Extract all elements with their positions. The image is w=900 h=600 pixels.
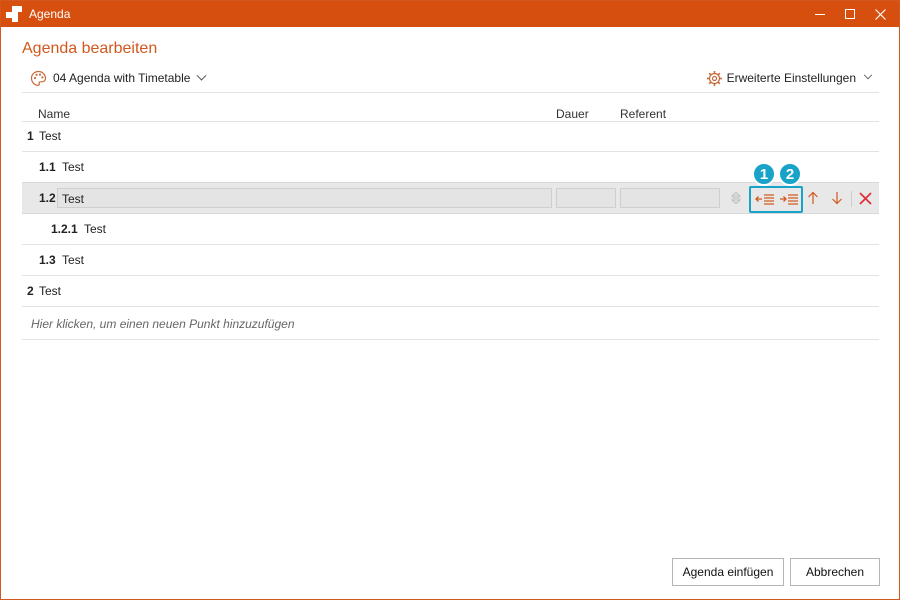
insert-agenda-button[interactable]: Agenda einfügen bbox=[672, 558, 784, 586]
maximize-button[interactable] bbox=[835, 1, 865, 27]
row-divider bbox=[22, 306, 879, 307]
maximize-icon bbox=[845, 9, 855, 19]
separator bbox=[851, 191, 852, 207]
agenda-row[interactable]: 1.1 Test bbox=[22, 152, 879, 183]
template-name: 04 Agenda with Timetable bbox=[53, 71, 191, 85]
drag-handle-icon bbox=[730, 191, 742, 205]
divider bbox=[22, 339, 879, 340]
drag-handle[interactable] bbox=[729, 190, 743, 206]
row-number: 1.2.1 bbox=[51, 222, 78, 236]
callout-badge-1: 1 bbox=[752, 162, 776, 186]
window-title: Agenda bbox=[29, 7, 71, 21]
arrow-up-icon bbox=[808, 191, 818, 204]
dialog-heading: Agenda bearbeiten bbox=[22, 40, 158, 57]
advanced-settings-label: Erweiterte Einstellungen bbox=[726, 71, 856, 85]
arrow-down-icon bbox=[832, 192, 842, 205]
row-text: Test bbox=[39, 129, 62, 143]
row-text: Test bbox=[84, 222, 107, 236]
row-text: Test bbox=[62, 160, 85, 174]
cancel-button[interactable]: Abbrechen bbox=[790, 558, 880, 586]
speaker-input[interactable] bbox=[620, 188, 720, 208]
callout-highlight-box bbox=[749, 186, 803, 213]
row-text: Test bbox=[62, 253, 85, 267]
move-up-button[interactable] bbox=[806, 190, 820, 206]
delete-button[interactable] bbox=[857, 190, 873, 206]
divider bbox=[22, 92, 879, 93]
row-text: Test bbox=[39, 284, 62, 298]
row-number: 1 bbox=[27, 129, 34, 143]
template-dropdown[interactable]: 04 Agenda with Timetable bbox=[30, 69, 207, 87]
app-logo-icon bbox=[6, 6, 22, 22]
close-button[interactable] bbox=[865, 1, 895, 27]
chevron-down-icon bbox=[863, 70, 873, 80]
advanced-settings-button[interactable]: Erweiterte Einstellungen bbox=[706, 69, 873, 87]
agenda-row[interactable]: 1.2.1 Test bbox=[22, 214, 879, 245]
row-number: 1.2 bbox=[39, 191, 56, 205]
gear-icon bbox=[706, 70, 722, 86]
title-bar: Agenda bbox=[1, 1, 899, 27]
add-item-hint[interactable]: Hier klicken, um einen neuen Punkt hinzu… bbox=[31, 317, 295, 331]
callout-badge-2: 2 bbox=[778, 162, 802, 186]
agenda-row[interactable]: 2 Test bbox=[22, 276, 879, 307]
minimize-icon bbox=[815, 13, 825, 15]
agenda-row[interactable]: 1.3 Test bbox=[22, 245, 879, 276]
palette-icon bbox=[30, 70, 47, 86]
name-input-value: Test bbox=[62, 192, 85, 206]
column-header-name: Name bbox=[38, 107, 71, 121]
minimize-button[interactable] bbox=[805, 1, 835, 27]
duration-input[interactable] bbox=[556, 188, 616, 208]
name-input[interactable]: Test bbox=[57, 188, 552, 208]
delete-icon bbox=[858, 191, 872, 205]
column-header-duration: Dauer bbox=[556, 107, 589, 121]
agenda-window: Agenda Agenda bearbeiten 04 Agenda with … bbox=[0, 0, 900, 600]
row-number: 1.3 bbox=[39, 253, 56, 267]
chevron-down-icon bbox=[196, 70, 207, 81]
agenda-row[interactable]: 1 Test bbox=[22, 121, 879, 152]
row-number: 1.1 bbox=[39, 160, 56, 174]
close-icon bbox=[874, 8, 886, 20]
move-down-button[interactable] bbox=[830, 190, 844, 206]
column-header-speaker: Referent bbox=[620, 107, 667, 121]
row-number: 2 bbox=[27, 284, 34, 298]
